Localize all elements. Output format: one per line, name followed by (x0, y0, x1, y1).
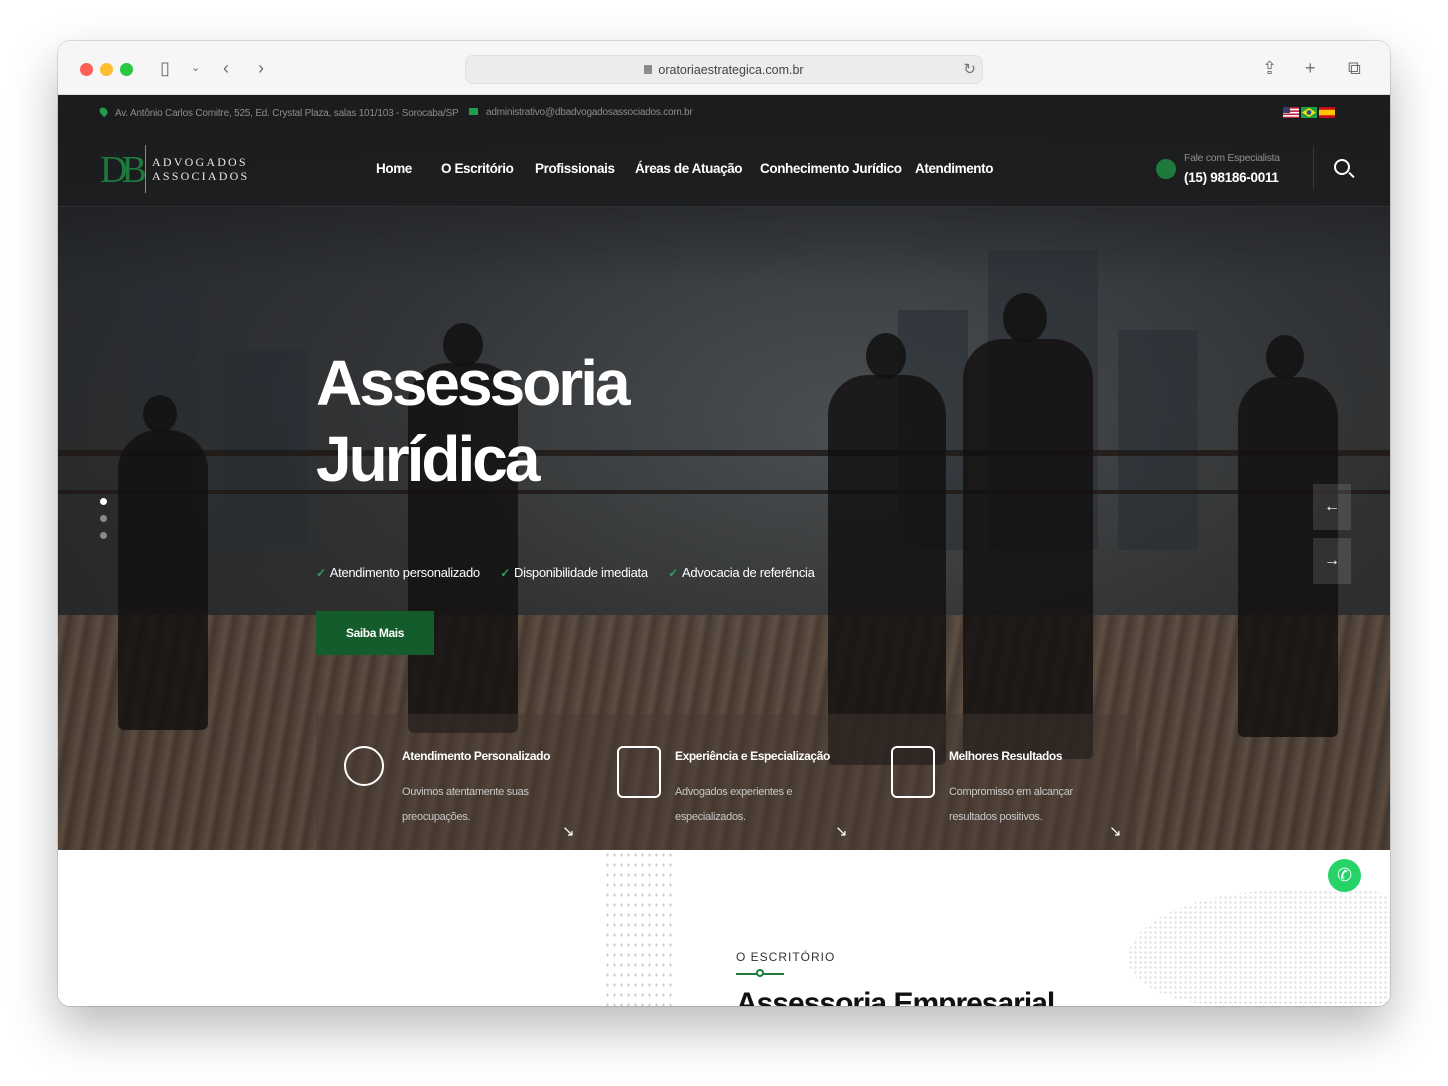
share-icon[interactable]: ⇪ (1262, 57, 1277, 79)
saiba-mais-button[interactable]: Saiba Mais (316, 611, 434, 655)
card-description: Advogados experientes e especializados. (675, 786, 793, 823)
url-text: oratoriaestrategica.com.br (658, 63, 804, 77)
nav-atendimento[interactable]: Atendimento (915, 161, 994, 176)
feature-item: ✓ Advocacia de referência (668, 565, 815, 580)
slide-dot-3[interactable] (100, 532, 107, 539)
slider-prev-button[interactable]: ← (1313, 484, 1351, 530)
feature-cards: Atendimento Personalizado Ouvimos atenta… (316, 714, 1136, 857)
sidebar-toggle-icon[interactable]: ▯ (160, 57, 170, 79)
card-title: Atendimento Personalizado (402, 749, 551, 763)
forward-icon[interactable]: › (258, 57, 264, 79)
hero-features: ✓ Atendimento personalizado ✓ Disponibilid… (316, 564, 831, 582)
lock-icon (644, 65, 653, 74)
location-pin-icon (97, 105, 110, 118)
arrow-down-right-icon[interactable]: ↘ (835, 822, 848, 840)
feature-card[interactable]: Melhores Resultados Compromisso em alcan… (863, 714, 1135, 857)
card-title: Experiência e Especialização (675, 749, 830, 763)
contact-label: Fale com Especialista (1184, 152, 1280, 164)
reload-icon[interactable]: ↻ (963, 60, 976, 78)
nav-o-escritorio[interactable]: O Escritório (441, 161, 514, 176)
logo-text[interactable]: ADVOGADOS ASSOCIADOS (152, 155, 249, 183)
slide-dot-1[interactable] (100, 498, 107, 505)
zoom-window-button[interactable] (120, 63, 133, 76)
address-text: Av. Antônio Carlos Comitre, 525, Ed. Cry… (115, 108, 459, 119)
logo-mark[interactable]: DB (100, 151, 147, 189)
tab-overview-icon[interactable]: ⧉ (1348, 57, 1361, 79)
certificate-icon (617, 746, 661, 798)
decorative-map (1128, 890, 1390, 1006)
br-flag-icon[interactable] (1301, 107, 1317, 118)
card-description: Ouvimos atentamente suas preocupações. (402, 786, 529, 823)
info-bar: Av. Antônio Carlos Comitre, 525, Ed. Cry… (58, 95, 1390, 131)
whatsapp-icon[interactable]: ✆ (1328, 859, 1361, 892)
feature-item: ✓ Disponibilidade imediata (500, 565, 648, 580)
logo-line-2: ASSOCIADOS (152, 169, 250, 183)
new-tab-icon[interactable]: + (1305, 57, 1316, 79)
check-icon: ✓ (668, 566, 678, 580)
nav-profissionais[interactable]: Profissionais (535, 161, 615, 176)
email-link[interactable]: administrativo@dbadvogadosassociados.com… (469, 107, 693, 118)
phone-icon (1156, 159, 1176, 179)
arrow-down-right-icon[interactable]: ↘ (1109, 822, 1122, 840)
about-section: O ESCRITÓRIO Assessoria Empresarial ✆ (58, 850, 1390, 1006)
decorative-dot-grid (604, 850, 672, 1006)
card-title: Melhores Resultados (949, 749, 1063, 763)
feature-item: ✓ Atendimento personalizado (316, 565, 480, 580)
nav-conhecimento-juridico[interactable]: Conhecimento Jurídico (760, 161, 902, 176)
document-checklist-icon (891, 746, 935, 798)
close-window-button[interactable] (80, 63, 93, 76)
section-title: Assessoria Empresarial (736, 987, 1055, 1006)
envelope-icon (469, 108, 478, 115)
browser-window: ▯ ⌄ ‹ › oratoriaestrategica.com.br ↻ ⇪ +… (58, 41, 1390, 1006)
globe-people-icon (344, 746, 384, 786)
hero-title: Assessoria Jurídica (316, 345, 631, 497)
email-text: administrativo@dbadvogadosassociados.com… (486, 107, 693, 118)
card-description: Compromisso em alcançar resultados posit… (949, 786, 1073, 823)
kicker-dot (756, 969, 764, 977)
feature-card[interactable]: Experiência e Especialização Advogados e… (589, 714, 861, 857)
nav-areas-de-atuacao[interactable]: Áreas de Atuação (635, 161, 743, 176)
chevron-down-icon[interactable]: ⌄ (191, 57, 200, 79)
slider-next-button[interactable]: → (1313, 538, 1351, 584)
feature-label: Advocacia de referência (681, 565, 815, 580)
check-icon: ✓ (316, 566, 326, 580)
slider-pagination (100, 498, 107, 549)
feature-label: Atendimento personalizado (329, 565, 480, 580)
hero-title-line-1: Assessoria (316, 347, 631, 419)
slide-dot-2[interactable] (100, 515, 107, 522)
feature-card[interactable]: Atendimento Personalizado Ouvimos atenta… (316, 714, 588, 857)
us-flag-icon[interactable] (1283, 107, 1299, 118)
search-icon[interactable] (1334, 159, 1350, 175)
es-flag-icon[interactable] (1319, 107, 1335, 118)
website: Av. Antônio Carlos Comitre, 525, Ed. Cry… (58, 95, 1390, 1006)
minimize-window-button[interactable] (100, 63, 113, 76)
back-icon[interactable]: ‹ (223, 57, 229, 79)
nav-home[interactable]: Home (376, 161, 412, 176)
feature-label: Disponibilidade imediata (514, 565, 648, 580)
check-icon: ✓ (500, 566, 511, 580)
browser-toolbar: ▯ ⌄ ‹ › oratoriaestrategica.com.br ↻ ⇪ +… (58, 41, 1390, 95)
nav-divider (1313, 147, 1314, 189)
hero-title-line-2: Jurídica (316, 423, 540, 495)
address-bar[interactable]: oratoriaestrategica.com.br ↻ (465, 55, 983, 84)
arrow-down-right-icon[interactable]: ↘ (562, 822, 575, 840)
section-kicker: O ESCRITÓRIO (736, 950, 836, 964)
main-navbar: DB ADVOGADOS ASSOCIADOS Home O Escritóri… (58, 131, 1390, 207)
logo-divider (145, 145, 146, 193)
contact-phone[interactable]: (15) 98186-0011 (1184, 170, 1279, 185)
logo-line-1: ADVOGADOS (152, 155, 248, 169)
